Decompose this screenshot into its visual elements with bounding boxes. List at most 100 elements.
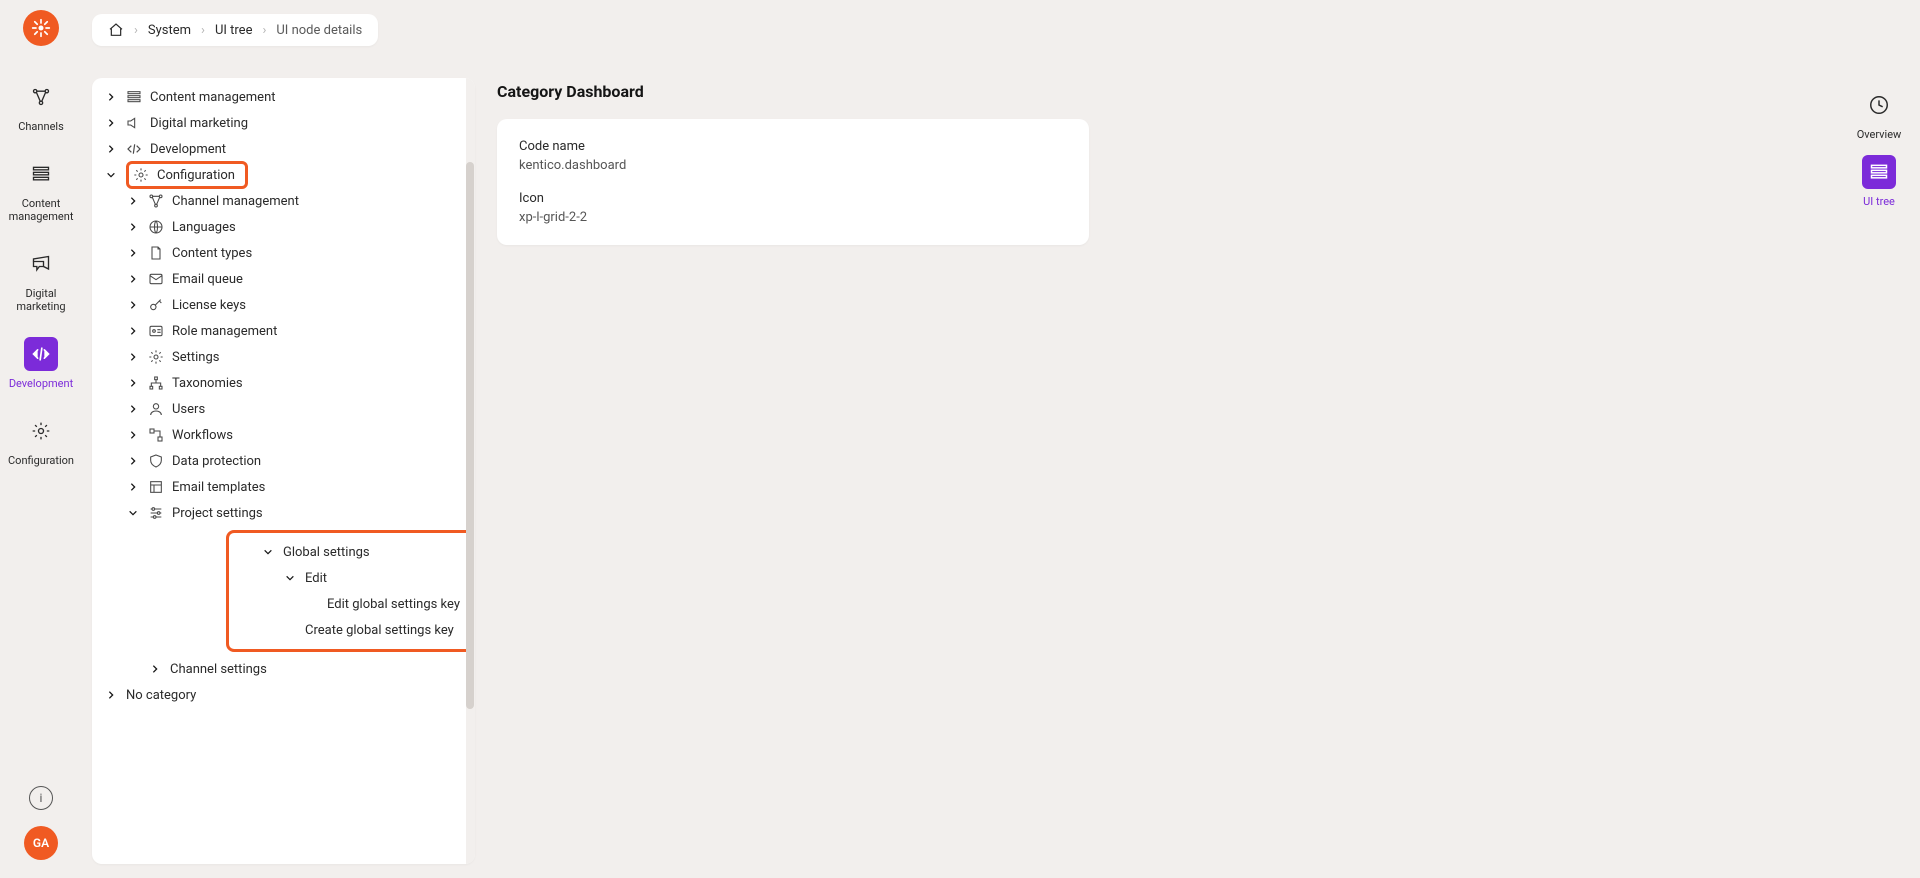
digital-marketing-icon: [24, 247, 58, 281]
chevron-right-icon[interactable]: [104, 116, 118, 130]
scrollbar-thumb[interactable]: [466, 162, 474, 709]
breadcrumb-item-current: UI node details: [276, 23, 362, 38]
chevron-right-icon[interactable]: [126, 298, 140, 312]
chevron-down-icon[interactable]: [283, 571, 297, 585]
nav-channels[interactable]: Channels: [0, 78, 82, 135]
tree-node-configuration[interactable]: Configuration: [96, 162, 460, 188]
tree-node-role-management[interactable]: Role management: [96, 318, 460, 344]
chevron-right-icon[interactable]: [104, 142, 118, 156]
breadcrumb-sep: ›: [262, 23, 266, 38]
tree-node-email-templates[interactable]: Email templates: [96, 474, 460, 500]
nav-digital-marketing-label: Digital marketing: [4, 287, 78, 313]
tree-node-label: Role management: [172, 324, 277, 339]
marketing-icon: [126, 115, 142, 131]
tree-node-label: Content types: [172, 246, 252, 261]
nav-content-management[interactable]: Content management: [0, 155, 82, 225]
breadcrumb-item-system[interactable]: System: [148, 23, 191, 38]
globe-icon: [148, 219, 164, 235]
chevron-right-icon[interactable]: [104, 90, 118, 104]
nav-development[interactable]: Development: [0, 335, 82, 392]
tree-node-languages[interactable]: Languages: [96, 214, 460, 240]
tree-node-email-queue[interactable]: Email queue: [96, 266, 460, 292]
chevron-down-icon[interactable]: [126, 506, 140, 520]
tree-node-label: Taxonomies: [172, 376, 243, 391]
file-icon: [148, 245, 164, 261]
tree-node-label: Email templates: [172, 480, 265, 495]
chevron-down-icon[interactable]: [261, 545, 275, 559]
nav-digital-marketing[interactable]: Digital marketing: [0, 245, 82, 315]
detail-card: Code name kentico.dashboard Icon xp-l-gr…: [497, 119, 1089, 245]
chevron-right-icon[interactable]: [148, 662, 162, 676]
chevron-right-icon[interactable]: [126, 428, 140, 442]
mail-icon: [148, 271, 164, 287]
tree-node-content-types[interactable]: Content types: [96, 240, 460, 266]
tree-node-label: Channel settings: [170, 662, 267, 677]
chevron-right-icon[interactable]: [126, 402, 140, 416]
tree-node-taxonomies[interactable]: Taxonomies: [96, 370, 460, 396]
tree-node-license-keys[interactable]: License keys: [96, 292, 460, 318]
nav-development-label: Development: [9, 377, 73, 390]
tree-node-workflows[interactable]: Workflows: [96, 422, 460, 448]
tree-node-data-protection[interactable]: Data protection: [96, 448, 460, 474]
context-overview[interactable]: Overview: [1857, 88, 1902, 141]
nav-configuration[interactable]: Configuration: [0, 412, 82, 469]
tree-node-label: Configuration: [157, 168, 235, 183]
tree-node-users[interactable]: Users: [96, 396, 460, 422]
chevron-right-icon[interactable]: [104, 688, 118, 702]
gear-icon: [133, 167, 149, 183]
chevron-right-icon[interactable]: [126, 480, 140, 494]
breadcrumb-item-uitree[interactable]: UI tree: [215, 23, 253, 38]
main-area: Content management Digital marketing D: [92, 78, 1840, 864]
user-avatar[interactable]: GA: [24, 826, 58, 860]
left-sidebar: Channels Content management Digital mark…: [0, 0, 82, 878]
tree-node-label: License keys: [172, 298, 246, 313]
ui-tree[interactable]: Content management Digital marketing D: [92, 78, 466, 864]
content-management-icon: [24, 157, 58, 191]
tree-node-create-global-key[interactable]: Create global settings key: [243, 617, 466, 643]
codename-label: Code name: [519, 139, 1067, 154]
chevron-right-icon[interactable]: [126, 272, 140, 286]
info-button[interactable]: i: [29, 786, 53, 810]
shield-icon: [148, 453, 164, 469]
id-icon: [148, 323, 164, 339]
tree-node-edit[interactable]: Edit: [243, 565, 466, 591]
breadcrumb-sep: ›: [201, 23, 205, 38]
tree-node-no-category[interactable]: No category: [96, 682, 460, 708]
tree-node-channel-management[interactable]: Channel management: [96, 188, 460, 214]
chevron-right-icon[interactable]: [126, 350, 140, 364]
tree-node-edit-global-key[interactable]: Edit global settings key: [243, 591, 466, 617]
context-uitree[interactable]: UI tree: [1862, 155, 1896, 208]
tree-node-digital-marketing[interactable]: Digital marketing: [96, 110, 460, 136]
chevron-right-icon[interactable]: [126, 454, 140, 468]
chevron-right-icon[interactable]: [126, 324, 140, 338]
home-icon[interactable]: [108, 22, 124, 38]
key-icon: [148, 297, 164, 313]
chevron-right-icon[interactable]: [126, 194, 140, 208]
tree-node-channel-settings[interactable]: Channel settings: [96, 656, 460, 682]
tree-node-label: Languages: [172, 220, 236, 235]
tree-node-label: Workflows: [172, 428, 233, 443]
context-uitree-label: UI tree: [1863, 195, 1895, 208]
icon-label: Icon: [519, 191, 1067, 206]
codename-value: kentico.dashboard: [519, 158, 1067, 173]
tree-node-label: Project settings: [172, 506, 263, 521]
tree-scrollbar[interactable]: [466, 78, 475, 864]
chevron-down-icon[interactable]: [104, 168, 118, 182]
tree-icon: [148, 375, 164, 391]
chevron-right-icon[interactable]: [126, 376, 140, 390]
channels-icon: [24, 80, 58, 114]
content-management-icon: [126, 89, 142, 105]
tree-node-global-settings[interactable]: Global settings: [243, 539, 466, 565]
tree-node-label: Create global settings key: [305, 623, 454, 638]
chevron-right-icon[interactable]: [126, 220, 140, 234]
chevron-right-icon[interactable]: [126, 246, 140, 260]
tree-node-content-management[interactable]: Content management: [96, 84, 460, 110]
tree-node-project-settings[interactable]: Project settings: [96, 500, 460, 526]
context-overview-label: Overview: [1857, 128, 1902, 141]
tree-node-settings[interactable]: Settings: [96, 344, 460, 370]
highlight-configuration: Configuration: [126, 161, 248, 189]
highlight-global-settings-subtree: Global settings Edit Edit global setting…: [226, 530, 466, 652]
tree-node-development[interactable]: Development: [96, 136, 460, 162]
tree-node-label: Edit global settings key: [327, 597, 460, 612]
app-logo[interactable]: [23, 10, 59, 46]
